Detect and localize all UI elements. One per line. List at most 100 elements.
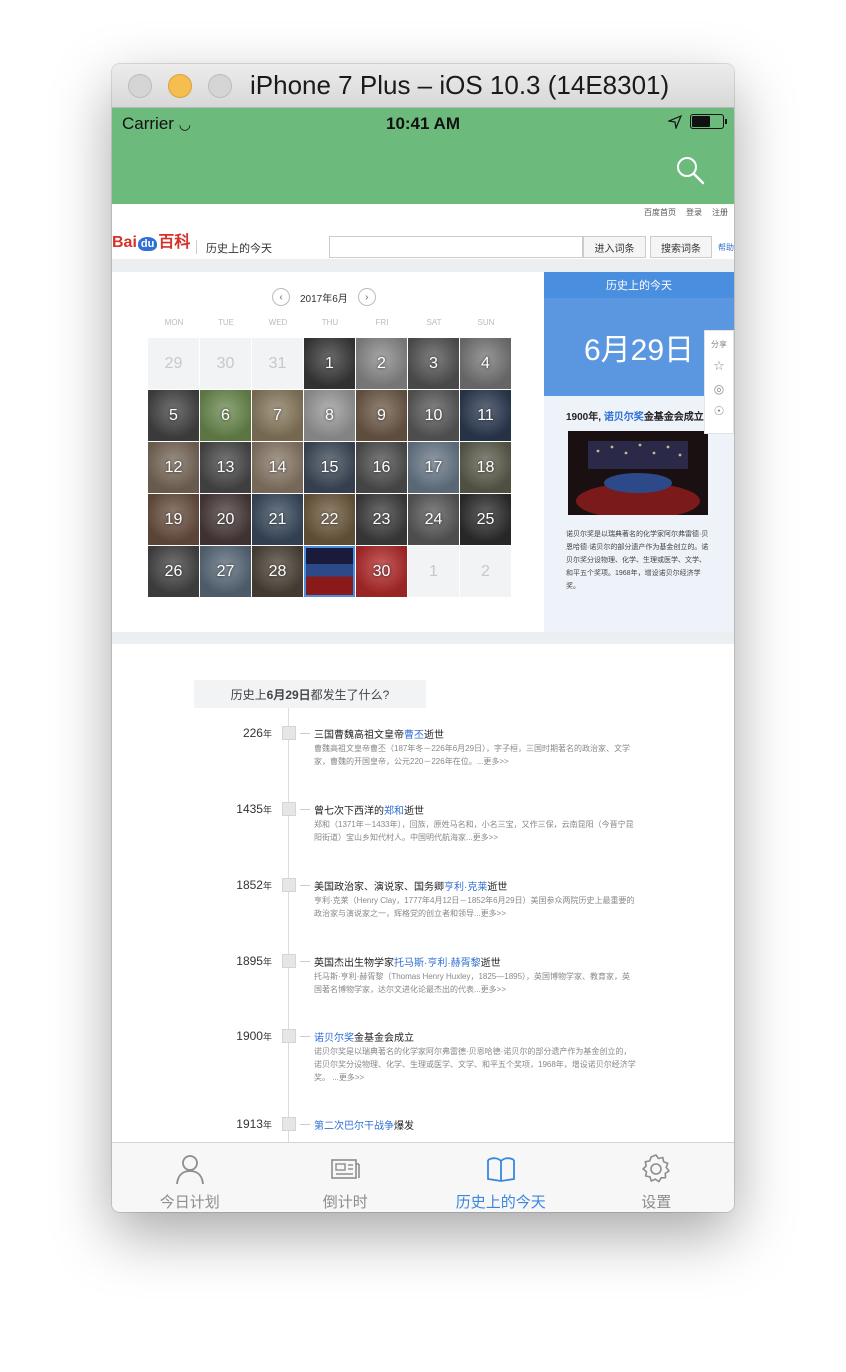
star-icon[interactable]: ☆ <box>713 358 725 374</box>
baidu-baike-logo[interactable]: Bai du 百科 <box>112 228 190 252</box>
event-year-unit: 年 <box>262 881 272 891</box>
close-window-button[interactable] <box>128 74 152 98</box>
zoom-window-button[interactable] <box>208 74 232 98</box>
event-title: 英国杰出生物学家托马斯·亨利·赫胥黎逝世 <box>314 954 501 969</box>
minimize-window-button[interactable] <box>168 74 192 98</box>
next-month-button[interactable]: › <box>357 288 376 306</box>
search-icon[interactable] <box>674 154 706 186</box>
person-icon <box>175 1155 204 1185</box>
heading-date: 6月29日 <box>266 687 311 702</box>
link-login[interactable]: 登录 <box>686 207 702 218</box>
event-year-unit: 年 <box>262 729 272 739</box>
event-title-post: 逝世 <box>487 882 508 893</box>
event-title-post: 逝世 <box>404 806 424 817</box>
event-body: 诺贝尔奖是以瑞典著名的化学家阿尔弗雷德·贝恩哈德·诺贝尔的部分遗产作为基金创立的… <box>314 1047 636 1082</box>
calendar-day[interactable]: 2 <box>460 546 511 597</box>
calendar-day[interactable]: 30 <box>200 338 251 389</box>
logo-du: du <box>137 237 158 251</box>
calendar-day[interactable]: 16 <box>356 442 407 493</box>
event-title-link[interactable]: 诺贝尔奖 <box>314 1033 354 1044</box>
baike-search-input[interactable] <box>329 236 583 258</box>
calendar-day[interactable]: 13 <box>200 442 251 493</box>
link-baidu-home[interactable]: 百度首页 <box>644 207 676 218</box>
timeline-line <box>288 708 289 1142</box>
window-titlebar: iPhone 7 Plus – iOS 10.3 (14E8301) <box>112 64 734 108</box>
pin-icon[interactable]: ☉ <box>714 404 725 418</box>
weekday-label: SAT <box>426 318 442 327</box>
link-register[interactable]: 注册 <box>712 207 728 218</box>
calendar-day[interactable]: 15 <box>304 442 355 493</box>
calendar-day[interactable]: 8 <box>304 390 355 441</box>
calendar-day[interactable]: 30 <box>356 546 407 597</box>
calendar-day-selected[interactable] <box>304 546 355 597</box>
tab-countdown[interactable]: 倒计时 <box>268 1143 424 1212</box>
event-marker-icon <box>282 954 296 968</box>
search-entry-button[interactable]: 搜索词条 <box>650 236 712 258</box>
event-title-link[interactable]: 第二次巴尔干战争 <box>314 1121 394 1132</box>
event-title-link[interactable]: 曹丕 <box>404 730 424 741</box>
calendar-day[interactable]: 24 <box>408 494 459 545</box>
web-content: 百度首页 登录 注册 Bai du 百科 历史上的今天 进入词条 搜索词条 帮助 ‹ <box>112 204 734 1142</box>
event-title-post: 逝世 <box>480 958 501 969</box>
event-year-number: 1913 <box>236 1117 263 1131</box>
calendar-day[interactable]: 29 <box>148 338 199 389</box>
calendar-day[interactable]: 20 <box>200 494 251 545</box>
help-link[interactable]: 帮助 <box>718 242 734 253</box>
nobel-ceremony-image[interactable] <box>568 431 708 519</box>
event-title-link[interactable]: 郑和 <box>384 806 404 817</box>
calendar-day[interactable]: 7 <box>252 390 303 441</box>
event-connector <box>300 885 310 886</box>
calendar-day[interactable]: 23 <box>356 494 407 545</box>
heading-pre: 历史上 <box>230 687 267 702</box>
event-title: 美国政治家、演说家、国务卿亨利·克莱逝世 <box>314 878 507 893</box>
event-title-link[interactable]: 亨利·克莱 <box>444 882 487 893</box>
headline-rest: 金基金会成立 <box>643 412 704 423</box>
event-title-link[interactable]: 托马斯·亨利·赫胥黎 <box>394 958 481 969</box>
calendar-day[interactable]: 3 <box>408 338 459 389</box>
event-title-pre: 三国曹魏高祖文皇帝 <box>314 730 404 741</box>
calendar-grid: 29 30 31 1 2 3 4 5 6 7 8 9 10 11 12 13 14 15 16 17 18 19 20 21 2… <box>148 338 512 597</box>
weibo-icon[interactable]: ◎ <box>714 382 724 396</box>
share-rail: 分享 ☆ ◎ ☉ <box>704 330 734 434</box>
calendar-day[interactable]: 31 <box>252 338 303 389</box>
event-body: 曹魏高祖文皇帝曹丕（187年冬－226年6月29日），字子桓，三国时期著名的政治… <box>314 744 631 766</box>
calendar-day[interactable]: 26 <box>148 546 199 597</box>
tab-today-plan[interactable]: 今日计划 <box>112 1143 268 1212</box>
headline-link[interactable]: 诺贝尔奖 <box>604 412 644 423</box>
calendar-day[interactable]: 6 <box>200 390 251 441</box>
calendar-day[interactable]: 12 <box>148 442 199 493</box>
calendar-day[interactable]: 10 <box>408 390 459 441</box>
phone-screen: Carrier ◡ 10:41 AM 百度首页 登录 注册 Bai du 百科 … <box>112 108 734 1212</box>
event-year: 1913年 <box>236 1117 272 1131</box>
tab-settings[interactable]: 设置 <box>579 1143 735 1212</box>
calendar-day[interactable]: 17 <box>408 442 459 493</box>
calendar-day[interactable]: 5 <box>148 390 199 441</box>
event-year-unit: 年 <box>262 1032 272 1042</box>
calendar-day[interactable]: 11 <box>460 390 511 441</box>
enter-entry-button[interactable]: 进入词条 <box>583 236 646 258</box>
calendar-header: ‹ 2017年6月 › <box>272 288 376 306</box>
status-time: 10:41 AM <box>385 114 460 133</box>
divider-strip-2 <box>112 632 734 644</box>
tab-label: 倒计时 <box>322 1194 368 1211</box>
calendar-day[interactable]: 14 <box>252 442 303 493</box>
calendar-day[interactable]: 22 <box>304 494 355 545</box>
calendar-day[interactable]: 1 <box>304 338 355 389</box>
calendar-day[interactable]: 18 <box>460 442 511 493</box>
calendar-day[interactable]: 1 <box>408 546 459 597</box>
calendar-day[interactable]: 25 <box>460 494 511 545</box>
event-connector <box>300 961 310 962</box>
calendar-day[interactable]: 19 <box>148 494 199 545</box>
weekday-label: MON <box>164 318 184 327</box>
calendar-day[interactable]: 2 <box>356 338 407 389</box>
event-title-pre: 美国政治家、演说家、国务卿 <box>314 882 444 893</box>
calendar-day[interactable]: 4 <box>460 338 511 389</box>
event-title-post: 金基金会成立 <box>354 1033 414 1044</box>
prev-month-button[interactable]: ‹ <box>272 288 290 306</box>
calendar-day[interactable]: 9 <box>356 390 407 441</box>
calendar-day[interactable]: 21 <box>252 494 303 545</box>
calendar-day[interactable]: 28 <box>252 546 303 597</box>
tab-history-today[interactable]: 历史上的今天 <box>423 1143 579 1212</box>
calendar-day[interactable]: 27 <box>200 546 251 597</box>
event-marker-icon <box>282 1029 296 1043</box>
